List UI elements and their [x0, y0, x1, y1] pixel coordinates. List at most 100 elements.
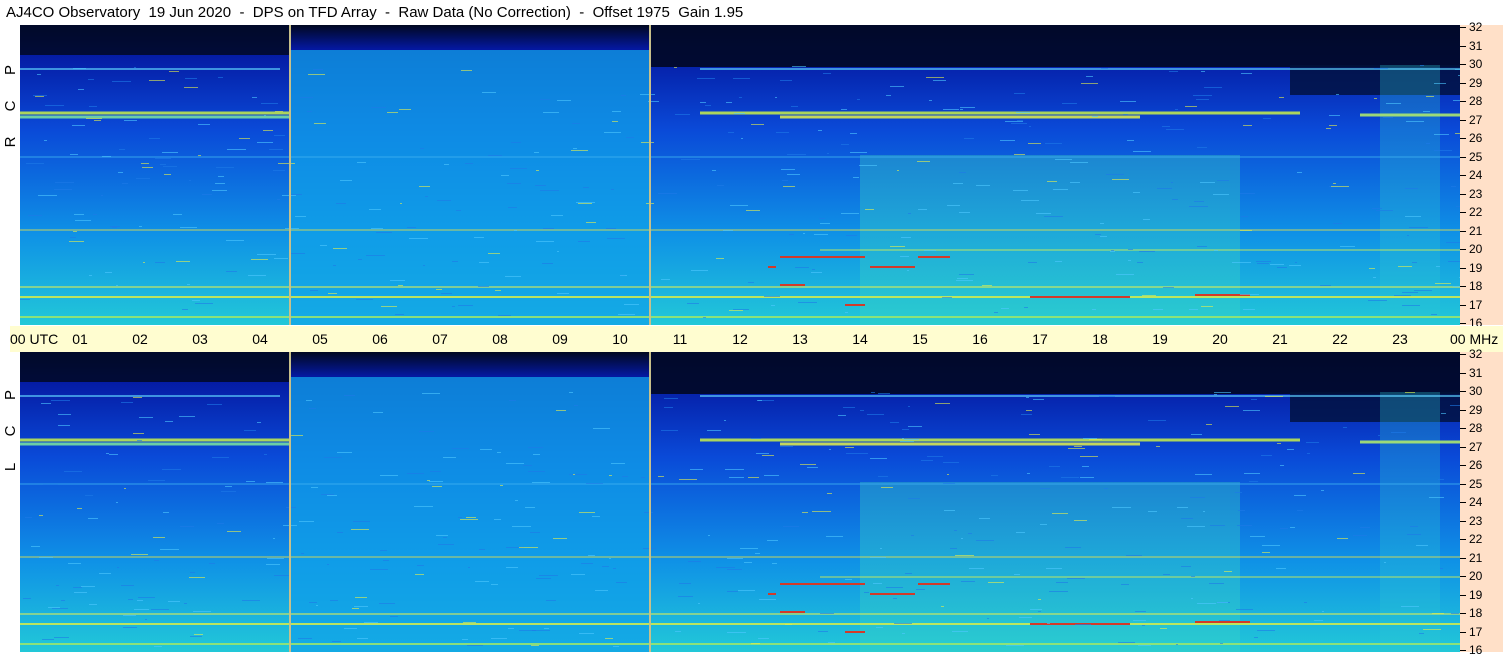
noise-speck: [316, 605, 318, 606]
noise-speck: [698, 603, 700, 604]
noise-speck: [1160, 628, 1167, 629]
noise-speck: [525, 507, 535, 508]
noise-speck: [845, 312, 848, 313]
noise-speck: [551, 215, 563, 216]
noise-speck: [1451, 186, 1456, 187]
noise-speck: [764, 296, 780, 297]
noise-speck: [900, 441, 914, 442]
noise-speck: [436, 535, 448, 536]
rcp-spectrogram: [20, 25, 1460, 325]
noise-speck: [327, 495, 337, 496]
noise-speck: [37, 74, 41, 75]
noise-speck: [383, 560, 389, 561]
noise-speck: [1410, 526, 1418, 527]
spectrogram-image: [20, 25, 1460, 325]
utc-hour-label: 11: [672, 331, 688, 347]
noise-speck: [54, 637, 69, 638]
noise-speck: [924, 250, 936, 251]
noise-speck: [333, 248, 347, 249]
noise-speck: [1181, 566, 1191, 567]
noise-speck: [187, 284, 190, 285]
noise-speck: [33, 95, 47, 96]
noise-speck: [73, 68, 86, 69]
noise-speck: [61, 600, 65, 601]
noise-speck: [352, 608, 359, 609]
noise-speck: [458, 305, 473, 306]
noise-speck: [579, 512, 595, 513]
noise-speck: [1026, 397, 1029, 398]
noise-speck: [712, 170, 716, 171]
noise-speck: [828, 642, 835, 643]
noise-speck: [145, 619, 147, 620]
noise-speck: [802, 512, 808, 513]
noise-speck: [28, 215, 42, 216]
noise-speck: [1280, 528, 1288, 529]
noise-speck: [358, 259, 362, 260]
noise-speck: [185, 78, 197, 79]
noise-speck: [792, 66, 806, 67]
noise-speck: [494, 519, 501, 520]
noise-speck: [543, 112, 559, 113]
noise-speck: [841, 144, 849, 145]
noise-speck: [681, 159, 700, 160]
frequency-tick-label: 17: [1460, 299, 1499, 311]
noise-speck: [739, 97, 742, 98]
noise-speck: [75, 220, 91, 221]
noise-speck: [751, 124, 764, 125]
noise-speck: [182, 309, 188, 310]
frequency-tick-label: 18: [1460, 607, 1499, 619]
noise-speck: [1070, 182, 1080, 183]
noise-speck: [850, 152, 867, 153]
noise-speck: [407, 227, 416, 228]
noise-speck: [1368, 300, 1387, 301]
noise-speck: [955, 555, 974, 556]
noise-speck: [357, 162, 366, 163]
noise-speck: [579, 633, 594, 634]
noise-speck: [969, 568, 984, 569]
noise-speck: [515, 500, 518, 501]
noise-speck: [380, 550, 387, 551]
noise-speck: [1044, 216, 1063, 217]
utc-hour-label: 20: [1212, 331, 1228, 347]
noise-speck: [640, 94, 655, 95]
noise-speck: [679, 479, 697, 480]
noise-speck: [812, 269, 815, 270]
noise-speck: [1089, 439, 1102, 440]
noise-speck: [1070, 162, 1088, 163]
noise-speck: [539, 575, 558, 576]
noise-speck: [933, 80, 946, 81]
window-title: AJ4CO Observatory 19 Jun 2020 - DPS on T…: [6, 4, 744, 21]
utc-hour-label: 01: [72, 331, 88, 347]
noise-speck: [1420, 65, 1424, 66]
noise-speck: [121, 402, 133, 403]
noise-speck: [86, 118, 102, 119]
noise-speck: [756, 453, 769, 454]
noise-speck: [371, 107, 386, 108]
noise-speck: [1434, 134, 1449, 135]
noise-speck: [1343, 427, 1347, 428]
noise-speck: [298, 638, 312, 639]
noise-speck: [611, 463, 625, 464]
noise-speck: [850, 133, 857, 134]
noise-speck: [45, 105, 64, 106]
noise-speck: [661, 430, 678, 431]
noise-speck: [602, 566, 609, 567]
noise-speck: [74, 592, 87, 593]
noise-speck: [961, 581, 975, 582]
noise-speck: [1243, 125, 1252, 126]
noise-speck: [620, 275, 627, 276]
noise-speck: [124, 120, 137, 121]
noise-speck: [1001, 308, 1009, 309]
noise-speck: [425, 196, 428, 197]
noise-speck: [519, 547, 538, 548]
noise-speck: [1277, 443, 1281, 444]
noise-speck: [776, 132, 789, 133]
noise-speck: [726, 102, 732, 103]
noise-speck: [1092, 116, 1098, 117]
noise-speck: [340, 180, 352, 181]
noise-speck: [1265, 396, 1283, 397]
utc-hour-label: 07: [432, 331, 448, 347]
noise-speck: [994, 312, 998, 313]
noise-speck: [578, 241, 590, 242]
noise-speck: [926, 77, 944, 78]
